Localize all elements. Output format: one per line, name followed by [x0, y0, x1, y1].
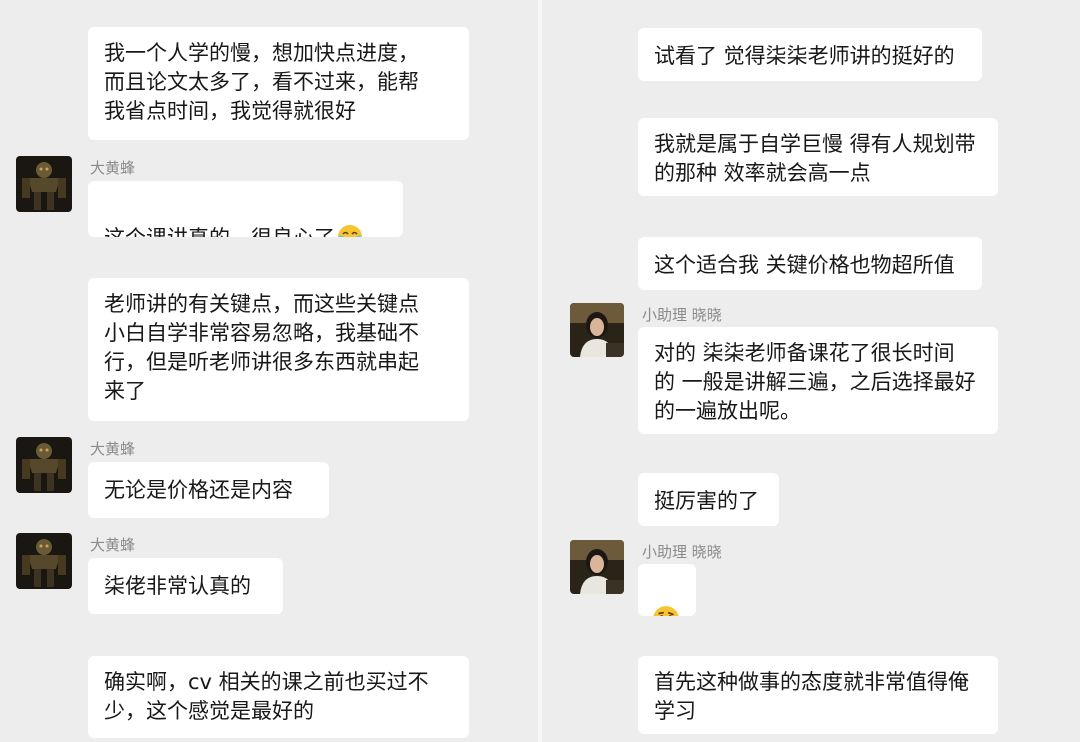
message-bubble[interactable]: 对的 柒柒老师备课花了很长时间 的 一般是讲解三遍，之后选择最好 的一遍放出呢。 — [638, 327, 998, 434]
sender-name: 小助理 晓晓 — [642, 306, 722, 324]
message-bubble[interactable] — [638, 564, 696, 616]
sender-name: 大黄蜂 — [90, 536, 136, 554]
avatar-dahuangfeng[interactable] — [16, 533, 72, 589]
message-bubble[interactable]: 这个适合我 关键价格也物超所值 — [638, 237, 982, 290]
message-bubble[interactable]: 挺厉害的了 — [638, 473, 779, 526]
message-bubble[interactable]: 我就是属于自学巨慢 得有人规划带 的那种 效率就会高一点 — [638, 118, 998, 196]
sender-name: 小助理 晓晓 — [642, 543, 722, 561]
message-bubble[interactable]: 我一个人学的慢，想加快点进度， 而且论文太多了，看不过来，能帮 我省点时间，我觉… — [88, 27, 469, 140]
avatar-xiaoxiao[interactable] — [570, 303, 624, 357]
sender-name: 大黄蜂 — [90, 440, 136, 458]
robot-avatar-icon — [16, 437, 72, 493]
message-bubble[interactable]: 确实啊，cv 相关的课之前也买过不 少，这个感觉是最好的 — [88, 656, 469, 738]
message-bubble[interactable]: 老师讲的有关键点，而这些关键点 小白自学非常容易忽略，我基础不 行，但是听老师讲… — [88, 278, 469, 421]
robot-avatar-icon — [16, 156, 72, 212]
person-avatar-icon — [570, 540, 624, 594]
message-bubble[interactable]: 首先这种做事的态度就非常值得俺 学习 — [638, 656, 998, 734]
column-divider — [538, 0, 542, 742]
message-bubble[interactable]: 这个课讲真的，很良心了 — [88, 181, 403, 237]
message-bubble[interactable]: 无论是价格还是内容 — [88, 462, 329, 518]
message-text: 这个课讲真的，很良心了 — [104, 226, 335, 237]
message-bubble[interactable]: 试看了 觉得柒柒老师讲的挺好的 — [638, 28, 982, 81]
avatar-dahuangfeng[interactable] — [16, 156, 72, 212]
avatar-dahuangfeng[interactable] — [16, 437, 72, 493]
avatar-xiaoxiao[interactable] — [570, 540, 624, 594]
sender-name: 大黄蜂 — [90, 159, 136, 177]
message-bubble[interactable]: 柒佬非常认真的 — [88, 558, 283, 614]
person-avatar-icon — [570, 303, 624, 357]
robot-avatar-icon — [16, 533, 72, 589]
thinking-face-emoji — [653, 606, 679, 616]
laughing-tears-emoji — [338, 225, 362, 237]
